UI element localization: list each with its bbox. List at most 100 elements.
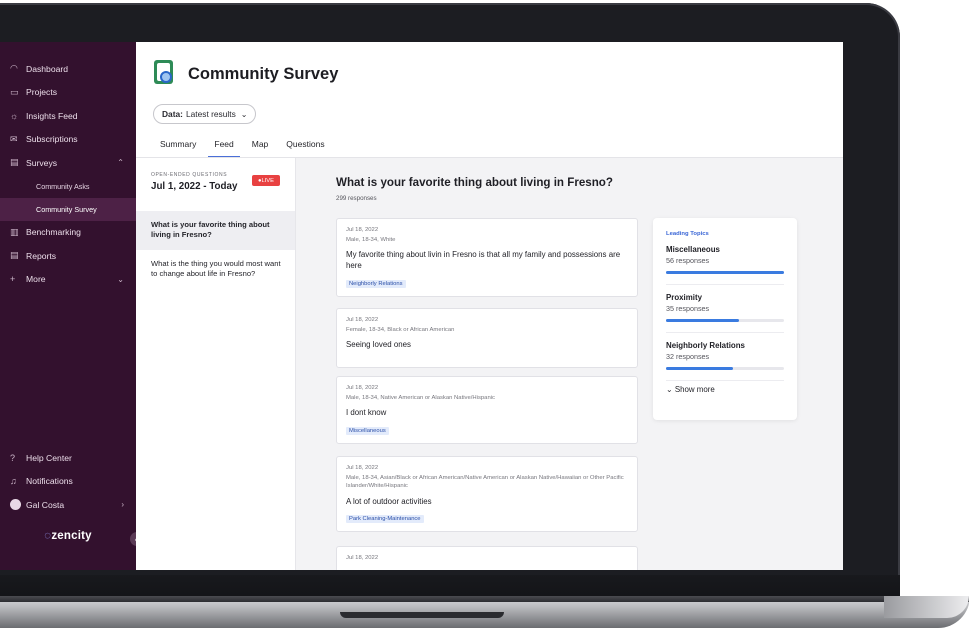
topic-name: Neighborly Relations: [666, 341, 745, 350]
sidebar-item-user[interactable]: Gal Costa ›: [0, 493, 136, 517]
response-date: Jul 18, 2022: [346, 385, 379, 391]
topic-bar-track: [666, 271, 784, 274]
folder-icon: ▭: [10, 86, 19, 97]
survey-clipboard-icon: [154, 60, 173, 84]
gauge-icon: ◠: [10, 63, 18, 74]
laptop-hinge: [340, 612, 504, 618]
response-card: Jul 18, 2022: [336, 546, 638, 570]
response-card: Jul 18, 2022 Female, 18-34, Black or Afr…: [336, 308, 638, 368]
topic-item[interactable]: Miscellaneous 56 responses: [666, 245, 784, 285]
topic-item[interactable]: Proximity 35 responses: [666, 293, 784, 333]
tab-bar: Summary Feed Map Questions: [160, 138, 343, 158]
user-name: Gal Costa: [26, 499, 65, 510]
sidebar-item-label: Notifications: [26, 476, 73, 487]
topic-bar-fill: [666, 319, 740, 322]
feed-response-count: 299 responses: [336, 195, 377, 202]
live-badge: ● LIVE: [252, 175, 280, 186]
bell-icon: ♫: [10, 476, 17, 487]
sidebar-item-label: Benchmarking: [26, 227, 81, 238]
topic-name: Miscellaneous: [666, 245, 720, 254]
zencity-logo-text: zencity: [51, 530, 92, 542]
data-source-value: Latest results: [185, 109, 236, 119]
sidebar-item-help-center[interactable]: ? Help Center: [0, 446, 136, 470]
questions-panel: OPEN-ENDED QUESTIONS Jul 1, 2022 - Today…: [136, 158, 296, 570]
main-content: Community Survey Data: Latest results ⌄ …: [136, 42, 843, 570]
zencity-logo: ◌zencity: [0, 530, 136, 542]
plus-icon: +: [10, 274, 16, 285]
chevron-down-icon: ⌄: [240, 109, 248, 119]
laptop-base-corner: [884, 596, 969, 618]
tab-summary[interactable]: Summary: [160, 138, 196, 158]
leading-topics-card: Leading Topics Miscellaneous 56 response…: [653, 218, 797, 420]
sidebar-item-label: Insights Feed: [26, 110, 78, 121]
sidebar-subitem-community-survey[interactable]: Community Survey: [0, 197, 136, 221]
topic-item[interactable]: Neighborly Relations 32 responses: [666, 341, 784, 381]
chevron-down-icon: ⌄: [117, 274, 124, 284]
sidebar-item-label: Subscriptions: [26, 134, 78, 145]
sidebar-item-label: Surveys: [26, 157, 58, 168]
response-demographics: Male, 18-34, White: [346, 237, 396, 243]
chevron-down-icon: ⌄: [666, 385, 673, 394]
sidebar-footer: ? Help Center ♫ Notifications Gal Costa …: [0, 446, 136, 517]
sidebar-item-projects[interactable]: ▭ Projects: [0, 81, 136, 105]
question-item-change-in-fresno[interactable]: What is the thing you would most want to…: [136, 250, 295, 289]
sidebar-item-label: Help Center: [26, 452, 72, 463]
topic-bar-fill: [666, 367, 734, 370]
data-source-dropdown[interactable]: Data: Latest results ⌄: [153, 104, 257, 124]
lightbulb-icon: ☼: [10, 110, 19, 121]
chevron-up-icon: ⌃: [117, 158, 124, 168]
chevron-right-icon: ›: [121, 500, 124, 510]
tab-map[interactable]: Map: [252, 138, 269, 158]
sidebar-item-more[interactable]: + More ⌄: [0, 268, 136, 292]
question-item-favorite-thing[interactable]: What is your favorite thing about living…: [136, 211, 295, 250]
response-date: Jul 18, 2022: [346, 465, 379, 471]
response-demographics: Female, 18-34, Black or African American: [346, 327, 455, 333]
page-title: Community Survey: [188, 65, 339, 83]
question-icon: ?: [10, 452, 16, 463]
sidebar-item-label: More: [26, 274, 46, 285]
response-text: Seeing loved ones: [346, 340, 411, 350]
topic-bar-track: [666, 319, 784, 322]
response-text: A lot of outdoor activities: [346, 496, 432, 506]
user-avatar-icon: [10, 499, 21, 511]
response-card: Jul 18, 2022 Male, 18-34, Native America…: [336, 376, 638, 445]
response-topic-tag[interactable]: Park Cleaning-Maintenance: [346, 515, 424, 524]
response-text: I dont know: [346, 408, 387, 418]
sidebar-item-surveys[interactable]: ▤ Surveys ⌃: [0, 151, 136, 175]
show-more-label: Show more: [674, 385, 715, 394]
response-topic-tag[interactable]: Miscellaneous: [346, 427, 389, 436]
envelope-icon: ✉: [10, 133, 18, 144]
response-topic-tag[interactable]: Neighborly Relations: [346, 280, 406, 289]
topic-count: 56 responses: [666, 256, 710, 265]
sidebar-item-notifications[interactable]: ♫ Notifications: [0, 470, 136, 494]
response-date: Jul 18, 2022: [346, 227, 379, 233]
app-screen: ◠ Dashboard ▭ Projects ☼ Insights Feed ✉…: [0, 42, 843, 570]
clipboard-icon: ▤: [10, 157, 19, 168]
tab-questions[interactable]: Questions: [286, 138, 324, 158]
response-demographics: Male, 18-34, Asian/Black or African Amer…: [346, 475, 624, 490]
sidebar-item-subscriptions[interactable]: ✉ Subscriptions: [0, 128, 136, 152]
sidebar-item-reports[interactable]: ▤ Reports: [0, 244, 136, 268]
response-demographics: Male, 18-34, Native American or Alaskan …: [346, 395, 495, 401]
response-date: Jul 18, 2022: [346, 317, 379, 323]
topic-count: 35 responses: [666, 304, 710, 313]
sidebar-item-dashboard[interactable]: ◠ Dashboard: [0, 57, 136, 81]
response-date: Jul 18, 2022: [346, 555, 379, 561]
topic-bar-track: [666, 367, 784, 370]
data-source-label: Data:: [162, 109, 183, 119]
sidebar-item-label: Dashboard: [26, 63, 69, 74]
show-more-button[interactable]: ⌄ Show more: [666, 385, 784, 394]
sidebar-nav: ◠ Dashboard ▭ Projects ☼ Insights Feed ✉…: [0, 57, 136, 291]
sidebar-subitem-community-asks[interactable]: Community Asks: [0, 175, 136, 198]
sidebar-item-insights-feed[interactable]: ☼ Insights Feed: [0, 104, 136, 128]
report-icon: ▤: [10, 250, 19, 261]
live-badge-label: LIVE: [261, 177, 275, 184]
sidebar-item-benchmarking[interactable]: ▥ Benchmarking: [0, 221, 136, 245]
tab-feed[interactable]: Feed: [208, 138, 241, 158]
topic-name: Proximity: [666, 293, 702, 302]
responses-feed: What is your favorite thing about living…: [296, 158, 843, 570]
sidebar-item-label: Reports: [26, 250, 57, 261]
leading-topics-title: Leading Topics: [666, 231, 709, 237]
topic-count: 32 responses: [666, 352, 710, 361]
feed-question-title: What is your favorite thing about living…: [336, 176, 613, 189]
